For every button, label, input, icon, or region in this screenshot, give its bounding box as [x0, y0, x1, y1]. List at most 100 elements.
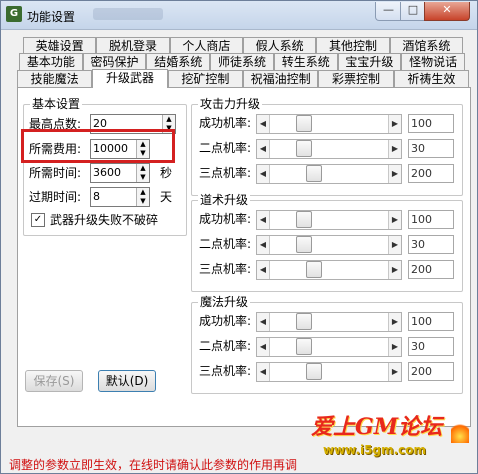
tab-tabs_row1-4[interactable]: 其他控制 [316, 37, 390, 54]
settings-window: G 功能设置 — □ ✕ 英雄设置 脱机登录 个人商店 假人系统 其他控制 酒馆系统 基本… [0, 0, 478, 474]
slider-thumb[interactable] [296, 211, 312, 228]
slider-track[interactable] [270, 338, 388, 356]
spin-down-icon[interactable]: ▼ [137, 197, 149, 206]
rate-slider[interactable]: ◀ ▶ [256, 235, 402, 255]
watermark-logo: 爱上GM论坛 [311, 414, 443, 440]
arrow-left-icon[interactable]: ◀ [257, 140, 270, 158]
tab-tabs_row3-3[interactable]: 祝福油控制 [243, 70, 319, 87]
tab-tabs_row3-4[interactable]: 彩票控制 [318, 70, 394, 87]
tab-tabs_row1-5[interactable]: 酒馆系统 [389, 37, 463, 54]
watermark-url: www.i5gm.com [323, 443, 427, 457]
arrow-left-icon[interactable]: ◀ [257, 313, 270, 331]
rate-value[interactable]: 100 [408, 114, 454, 133]
arrow-right-icon[interactable]: ▶ [388, 211, 401, 229]
time-stepper[interactable]: ▲▼ [90, 163, 150, 183]
title-bar[interactable]: G 功能设置 — □ ✕ [1, 1, 477, 30]
no-break-label: 武器升级失败不破碎 [50, 213, 159, 227]
slider-track[interactable] [270, 313, 388, 331]
arrow-left-icon[interactable]: ◀ [257, 115, 270, 133]
arrow-right-icon[interactable]: ▶ [388, 115, 401, 133]
slider-track[interactable] [270, 363, 388, 381]
arrow-left-icon[interactable]: ◀ [257, 261, 270, 279]
slider-track[interactable] [270, 165, 388, 183]
rate-slider[interactable]: ◀ ▶ [256, 312, 402, 332]
tab-tabs_row2-1[interactable]: 密码保护 [82, 53, 147, 70]
slider-thumb[interactable] [296, 338, 312, 355]
rate-value[interactable]: 100 [408, 312, 454, 331]
close-button[interactable]: ✕ [424, 2, 470, 21]
minimize-button[interactable]: — [375, 2, 402, 21]
tab-tabs_row2-5[interactable]: 宝宝升级 [337, 53, 402, 70]
tab-tabs_row2-3[interactable]: 师徒系统 [210, 53, 274, 70]
default-button[interactable]: 默认(D) [98, 370, 156, 392]
expire-unit: 天 [160, 190, 173, 204]
rate-slider[interactable]: ◀ ▶ [256, 114, 402, 134]
arrow-right-icon[interactable]: ▶ [388, 140, 401, 158]
tab-tabs_row1-0[interactable]: 英雄设置 [23, 37, 97, 54]
arrow-right-icon[interactable]: ▶ [388, 261, 401, 279]
max-points-input[interactable] [93, 116, 157, 130]
rate-label: 三点机率: [199, 166, 252, 180]
rate-label: 三点机率: [199, 364, 252, 378]
tab-tabs_row3-2[interactable]: 挖矿控制 [167, 70, 243, 87]
arrow-right-icon[interactable]: ▶ [388, 363, 401, 381]
tab-tabs_row3-0[interactable]: 技能魔法 [17, 70, 93, 87]
status-message: 调整的参数立即生效，在线时请确认此参数的作用再调 [9, 458, 298, 472]
arrow-right-icon[interactable]: ▶ [388, 165, 401, 183]
rate-slider[interactable]: ◀ ▶ [256, 362, 402, 382]
rate-value[interactable]: 200 [408, 164, 454, 183]
tab-tabs_row1-2[interactable]: 个人商店 [169, 37, 243, 54]
rate-slider[interactable]: ◀ ▶ [256, 164, 402, 184]
tab-tabs_row3-1[interactable]: 升级武器 [92, 69, 168, 88]
arrow-right-icon[interactable]: ▶ [388, 236, 401, 254]
rate-slider[interactable]: ◀ ▶ [256, 260, 402, 280]
spin-down-icon[interactable]: ▼ [137, 173, 149, 182]
tab-tabs_row3-5[interactable]: 祈祷生效 [393, 70, 469, 87]
arrow-left-icon[interactable]: ◀ [257, 338, 270, 356]
slider-track[interactable] [270, 261, 388, 279]
expire-stepper[interactable]: ▲▼ [90, 187, 150, 207]
save-button[interactable]: 保存(S) [25, 370, 83, 392]
slider-track[interactable] [270, 211, 388, 229]
no-break-checkbox[interactable]: ✓ [31, 213, 45, 227]
expire-input[interactable] [93, 189, 133, 203]
tab-tabs_row1-3[interactable]: 假人系统 [243, 37, 317, 54]
arrow-left-icon[interactable]: ◀ [257, 211, 270, 229]
rate-slider[interactable]: ◀ ▶ [256, 210, 402, 230]
slider-track[interactable] [270, 115, 388, 133]
slider-track[interactable] [270, 140, 388, 158]
tab-tabs_row2-2[interactable]: 结婚系统 [146, 53, 211, 70]
rate-value[interactable]: 30 [408, 139, 454, 158]
upgrade-section-title: 道术升级 [198, 193, 251, 207]
slider-track[interactable] [270, 236, 388, 254]
rate-value[interactable]: 30 [408, 235, 454, 254]
rate-label: 成功机率: [199, 116, 252, 130]
tab-tabs_row2-0[interactable]: 基本功能 [19, 53, 83, 70]
slider-thumb[interactable] [296, 140, 312, 157]
rate-value[interactable]: 200 [408, 260, 454, 279]
tab-tabs_row2-4[interactable]: 转生系统 [273, 53, 338, 70]
game-app-icon: G [6, 6, 22, 22]
slider-thumb[interactable] [296, 236, 312, 253]
slider-thumb[interactable] [306, 165, 322, 182]
expire-label: 过期时间: [29, 190, 82, 204]
rate-slider[interactable]: ◀ ▶ [256, 139, 402, 159]
arrow-right-icon[interactable]: ▶ [388, 313, 401, 331]
time-input[interactable] [93, 165, 133, 179]
maximize-button[interactable]: □ [400, 2, 426, 21]
arrow-right-icon[interactable]: ▶ [388, 338, 401, 356]
rate-label: 二点机率: [199, 339, 252, 353]
rate-value[interactable]: 30 [408, 337, 454, 356]
tab-tabs_row2-6[interactable]: 怪物说话 [401, 53, 465, 70]
arrow-left-icon[interactable]: ◀ [257, 363, 270, 381]
tab-tabs_row1-1[interactable]: 脱机登录 [96, 37, 170, 54]
slider-thumb[interactable] [306, 261, 322, 278]
slider-thumb[interactable] [306, 363, 322, 380]
arrow-left-icon[interactable]: ◀ [257, 236, 270, 254]
slider-thumb[interactable] [296, 115, 312, 132]
rate-value[interactable]: 200 [408, 362, 454, 381]
slider-thumb[interactable] [296, 313, 312, 330]
rate-slider[interactable]: ◀ ▶ [256, 337, 402, 357]
rate-value[interactable]: 100 [408, 210, 454, 229]
arrow-left-icon[interactable]: ◀ [257, 165, 270, 183]
